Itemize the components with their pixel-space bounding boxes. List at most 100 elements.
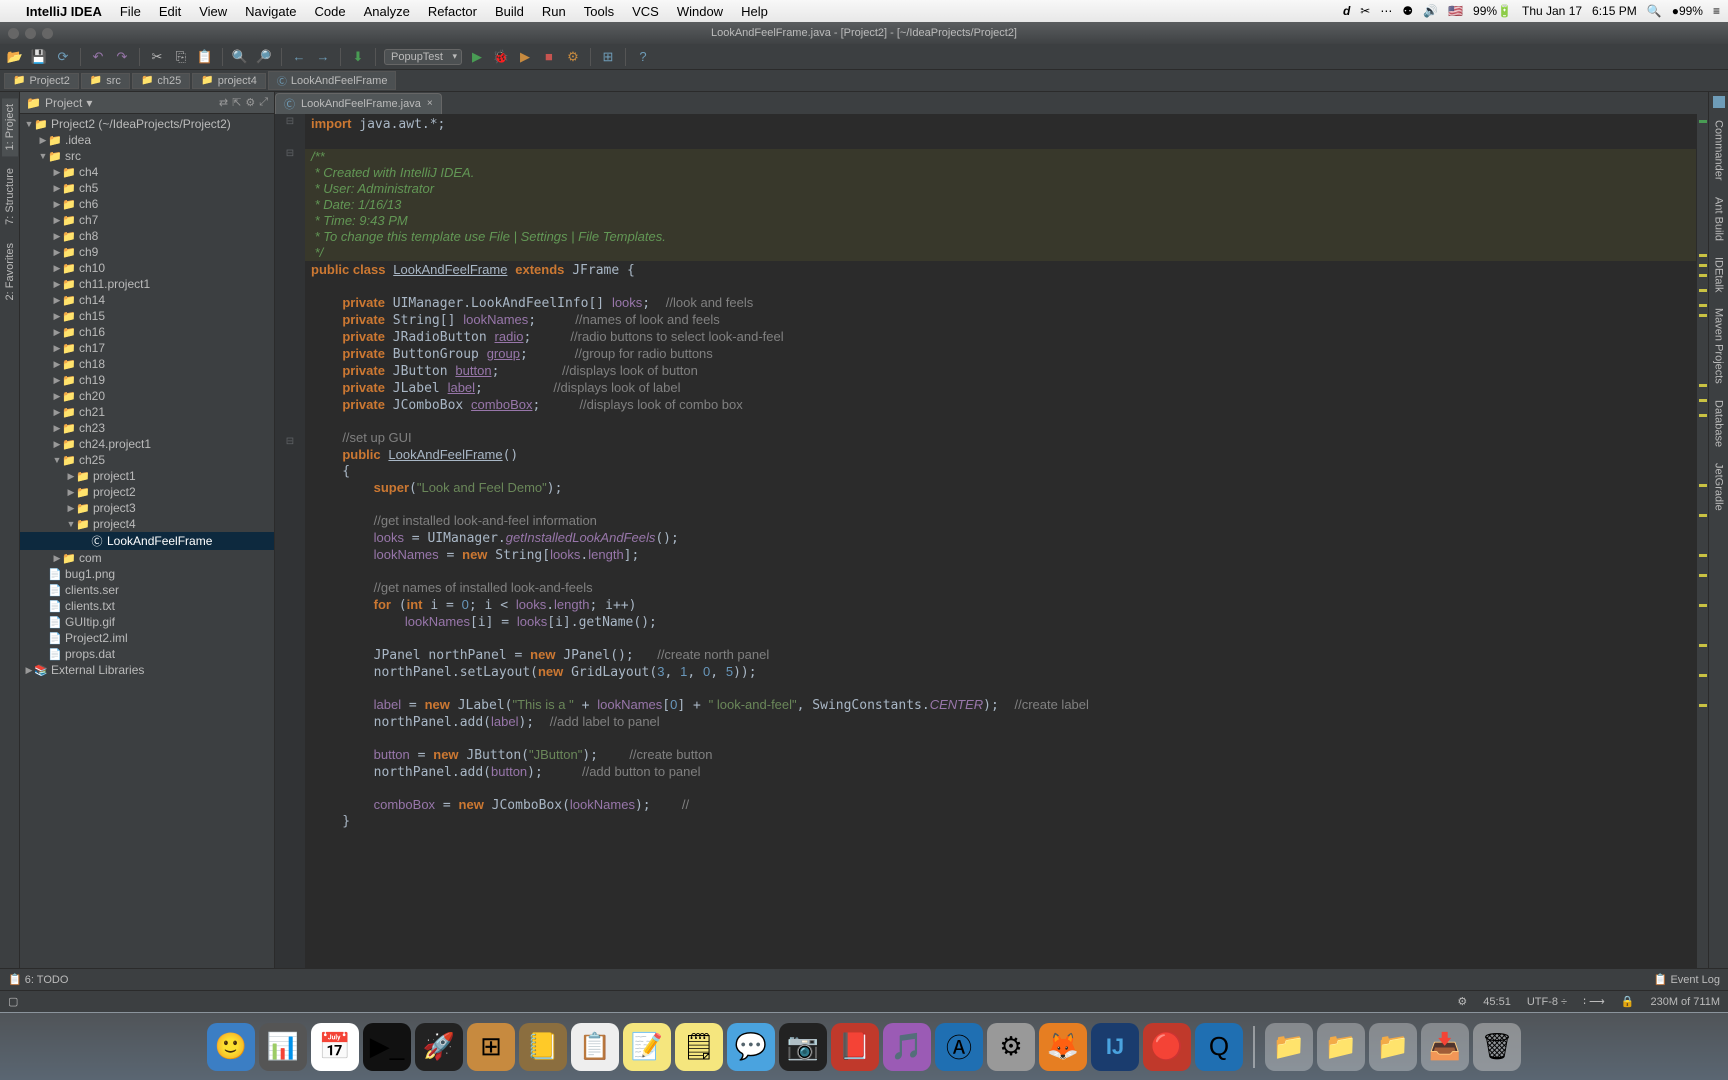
status-insert-indicator[interactable]: ∶ ⟶ <box>1583 995 1605 1008</box>
project-view-title[interactable]: Project <box>45 96 82 110</box>
menuextra-dots-icon[interactable]: ⋯ <box>1380 4 1392 18</box>
run-icon[interactable]: ▶ <box>468 48 486 66</box>
dock-appstore-icon[interactable]: Ⓐ <box>935 1023 983 1071</box>
dock-contacts-icon[interactable]: 📒 <box>519 1023 567 1071</box>
help-icon[interactable]: ? <box>634 48 652 66</box>
menuextra-wifi-icon[interactable]: ⚉ <box>1402 4 1413 18</box>
tree-node[interactable]: 📄props.dat <box>20 646 274 662</box>
toolwindow-tab-idetalk[interactable]: IDEtalk <box>1711 251 1727 298</box>
toolwindow-tab-eventlog[interactable]: 📋 Event Log <box>1654 973 1720 986</box>
tree-node[interactable]: 📄Project2.iml <box>20 630 274 646</box>
dock-calendar-icon[interactable]: 📅 <box>311 1023 359 1071</box>
tree-node[interactable]: 📄clients.txt <box>20 598 274 614</box>
tree-node[interactable]: ▼📁ch25 <box>20 452 274 468</box>
project-tree[interactable]: ▼📁Project2 (~/IdeaProjects/Project2)▶📁.i… <box>20 114 274 968</box>
menuextra-scissors-icon[interactable]: ✂ <box>1360 4 1370 18</box>
tree-node[interactable]: ▶📁ch4 <box>20 164 274 180</box>
tree-node[interactable]: ▶📁project2 <box>20 484 274 500</box>
menu-window[interactable]: Window <box>677 4 723 19</box>
tree-node[interactable]: ▶📁ch5 <box>20 180 274 196</box>
dock-app2-icon[interactable]: 📕 <box>831 1023 879 1071</box>
tree-node[interactable]: ▶📚External Libraries <box>20 662 274 678</box>
sync-icon[interactable]: ⟳ <box>54 48 72 66</box>
editor-gutter[interactable]: ⊟ ⊟ ⊟ <box>275 114 305 968</box>
menuextra-battery2[interactable]: ● 99% <box>1672 4 1703 18</box>
tree-node[interactable]: ▶📁ch15 <box>20 308 274 324</box>
project-view-gear-icon[interactable]: ⚙ <box>245 96 255 109</box>
save-icon[interactable]: 💾 <box>30 48 48 66</box>
tree-node[interactable]: ▶📁ch11.project1 <box>20 276 274 292</box>
dock-intellij-icon[interactable]: IJ <box>1091 1023 1139 1071</box>
dock-trash-icon[interactable]: 🗑 <box>1473 1023 1521 1071</box>
tree-node[interactable]: ▶📁ch23 <box>20 420 274 436</box>
close-tab-icon[interactable]: × <box>427 98 433 109</box>
dock-downloads-icon[interactable]: 📥 <box>1421 1023 1469 1071</box>
menu-file[interactable]: File <box>120 4 141 19</box>
tree-node[interactable]: ▶📁ch6 <box>20 196 274 212</box>
window-close-button[interactable] <box>8 28 19 39</box>
tree-node[interactable]: ▶📁ch14 <box>20 292 274 308</box>
paste-icon[interactable]: 📋 <box>196 48 214 66</box>
tree-node[interactable]: ▼📁Project2 (~/IdeaProjects/Project2) <box>20 116 274 132</box>
editor-document[interactable]: import java.awt.*; /** * Created with In… <box>305 114 1696 968</box>
dock-photobooth-icon[interactable]: 📷 <box>779 1023 827 1071</box>
crumb-file[interactable]: ⒸLookAndFeelFrame <box>268 71 397 90</box>
project-view-scroll-from-icon[interactable]: ⇄ <box>219 96 228 109</box>
commander-icon[interactable] <box>1713 96 1725 108</box>
status-process-icon[interactable]: ⚙ <box>1457 995 1467 1008</box>
tree-node[interactable]: ▶📁project1 <box>20 468 274 484</box>
dock-firefox-icon[interactable]: 🦊 <box>1039 1023 1087 1071</box>
dock-folder2-icon[interactable]: 📁 <box>1317 1023 1365 1071</box>
toolwindow-tab-project[interactable]: 1: Project <box>2 98 18 156</box>
crumb-ch25[interactable]: 📁ch25 <box>132 73 190 89</box>
crumb-src[interactable]: 📁src <box>81 73 130 89</box>
forward-icon[interactable]: → <box>314 48 332 66</box>
cut-icon[interactable]: ✂ <box>148 48 166 66</box>
menu-analyze[interactable]: Analyze <box>364 4 410 19</box>
dock-folder1-icon[interactable]: 📁 <box>1265 1023 1313 1071</box>
menu-refactor[interactable]: Refactor <box>428 4 477 19</box>
error-stripe[interactable] <box>1696 114 1708 968</box>
redo-icon[interactable]: ↷ <box>113 48 131 66</box>
toolwindow-tab-ant[interactable]: Ant Build <box>1711 191 1727 247</box>
dock-reminders-icon[interactable]: 📋 <box>571 1023 619 1071</box>
window-minimize-button[interactable] <box>25 28 36 39</box>
menu-help[interactable]: Help <box>741 4 768 19</box>
toolwindow-tab-maven[interactable]: Maven Projects <box>1711 302 1727 390</box>
tree-node[interactable]: ▼📁src <box>20 148 274 164</box>
tree-node[interactable]: ▶📁ch16 <box>20 324 274 340</box>
dock-activity-monitor-icon[interactable]: 📊 <box>259 1023 307 1071</box>
window-zoom-button[interactable] <box>42 28 53 39</box>
dock-folder3-icon[interactable]: 📁 <box>1369 1023 1417 1071</box>
toolwindow-tab-database[interactable]: Database <box>1711 394 1727 453</box>
menuextra-d-icon[interactable]: d <box>1343 4 1350 18</box>
tree-node[interactable]: ⒸLookAndFeelFrame <box>20 532 274 550</box>
status-square-icon[interactable]: ▢ <box>8 995 18 1008</box>
menu-vcs[interactable]: VCS <box>632 4 659 19</box>
coverage-icon[interactable]: ▶ <box>516 48 534 66</box>
tree-node[interactable]: ▶📁ch19 <box>20 372 274 388</box>
tree-node[interactable]: ▶📁ch20 <box>20 388 274 404</box>
find-icon[interactable]: 🔍 <box>231 48 249 66</box>
menu-navigate[interactable]: Navigate <box>245 4 296 19</box>
menuextra-notifications-icon[interactable]: ≡ <box>1713 4 1720 18</box>
menu-code[interactable]: Code <box>314 4 345 19</box>
back-icon[interactable]: ← <box>290 48 308 66</box>
tree-node[interactable]: ▶📁ch24.project1 <box>20 436 274 452</box>
tree-node[interactable]: ▼📁project4 <box>20 516 274 532</box>
toolwindow-tab-structure[interactable]: 7: Structure <box>2 162 18 231</box>
menu-tools[interactable]: Tools <box>584 4 614 19</box>
menuextra-volume-icon[interactable]: 🔊 <box>1423 4 1438 18</box>
toolwindow-tab-todo[interactable]: 📋 6: TODO <box>8 973 68 986</box>
menuextra-spotlight-icon[interactable]: 🔍 <box>1647 4 1662 18</box>
crumb-project4[interactable]: 📁project4 <box>192 73 266 89</box>
crumb-project[interactable]: 📁Project2 <box>4 73 79 89</box>
dock-stickies-icon[interactable]: 🗒 <box>675 1023 723 1071</box>
toolwindow-tab-jetgradle[interactable]: JetGradle <box>1711 457 1727 517</box>
dock-launchpad-icon[interactable]: 🚀 <box>415 1023 463 1071</box>
dock-app3-icon[interactable]: 🔴 <box>1143 1023 1191 1071</box>
tree-node[interactable]: ▶📁ch10 <box>20 260 274 276</box>
dock-app1-icon[interactable]: ⊞ <box>467 1023 515 1071</box>
tree-node[interactable]: ▶📁ch21 <box>20 404 274 420</box>
tree-node[interactable]: ▶📁ch17 <box>20 340 274 356</box>
